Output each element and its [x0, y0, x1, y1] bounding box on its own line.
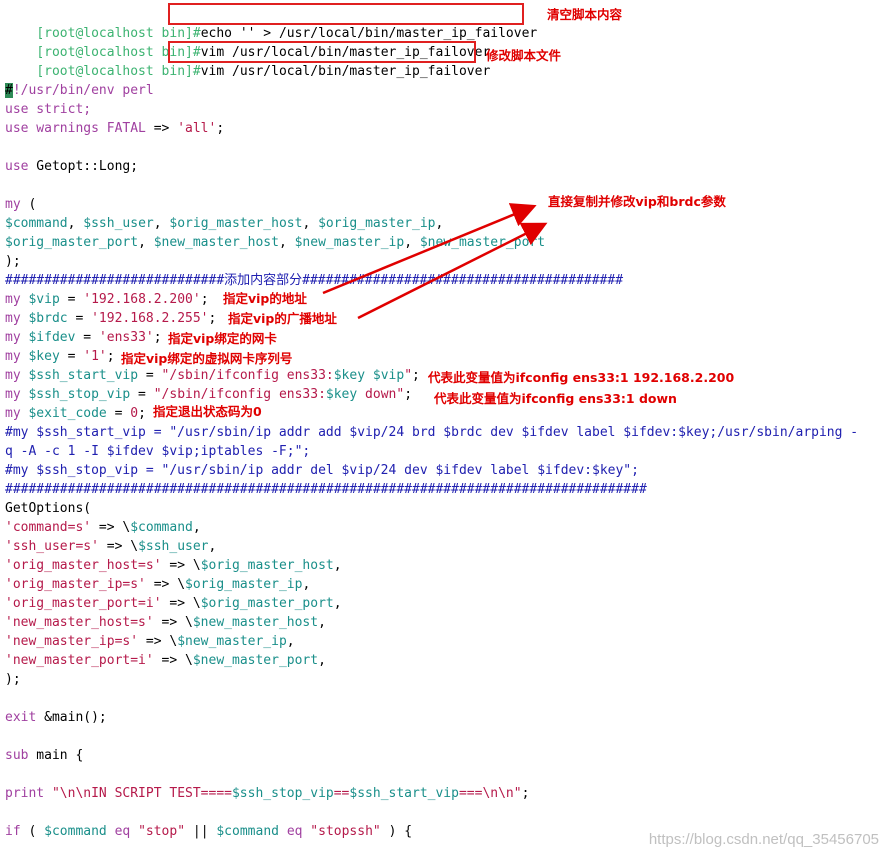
annotation-arrows: [322, 203, 548, 320]
annotation-copy-modify: 直接复制并修改vip和brdc参数: [548, 194, 726, 209]
annotation-exit-code: 指定退出状态码为0: [153, 404, 262, 419]
arrow-brdc: [357, 222, 548, 320]
annotation-start-vip: 代表此变量值为ifconfig ens33:1 192.168.2.200: [428, 370, 735, 385]
annotation-stop-vip: 代表此变量值为ifconfig ens33:1 down: [434, 391, 677, 406]
annotation-key: 指定vip绑定的虚拟网卡序列号: [121, 351, 293, 366]
arrow-vip: [322, 203, 537, 295]
watermark: https://blog.csdn.net/qq_35456705: [648, 831, 879, 848]
terminal-window[interactable]: [root@localhost bin]#echo '' > /usr/loca…: [0, 0, 887, 856]
annotation-vip: 指定vip的地址: [223, 291, 307, 306]
annotation-brdc: 指定vip的广播地址: [228, 311, 337, 326]
annotation-ifdev: 指定vip绑定的网卡: [168, 331, 277, 346]
